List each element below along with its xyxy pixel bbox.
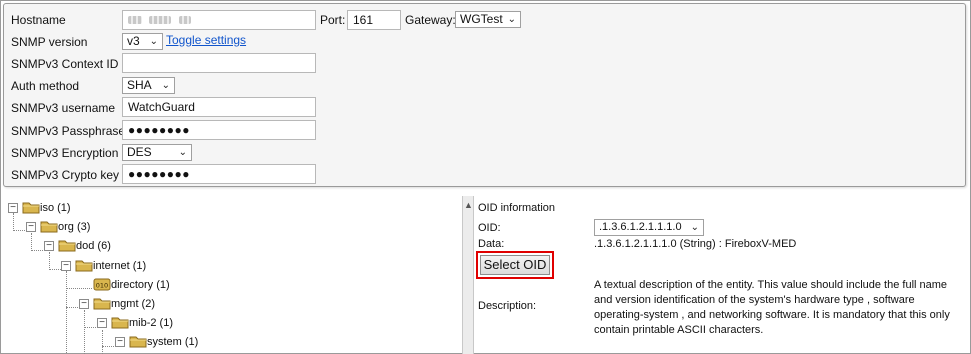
encryption-select[interactable]: DES ⌄	[122, 144, 192, 161]
folder-icon	[93, 298, 111, 310]
description-line: A textual description of the entity. Thi…	[594, 279, 948, 291]
hostname-label: Hostname	[11, 13, 66, 27]
context-id-label: SNMPv3 Context ID	[11, 57, 119, 71]
collapse-icon[interactable]: −	[79, 299, 89, 309]
snmp-version-value: v3	[127, 34, 140, 48]
encryption-value: DES	[127, 145, 152, 159]
redacted-hostname	[149, 16, 172, 24]
collapse-icon[interactable]: −	[44, 241, 54, 251]
folder-icon	[58, 240, 76, 252]
hostname-input[interactable]	[122, 10, 316, 30]
auth-method-value: SHA	[127, 78, 152, 92]
oid-label: OID:	[478, 222, 501, 234]
data-label: Data:	[478, 238, 505, 250]
pane-scrollbar[interactable]: ▲	[462, 196, 474, 354]
oid-select-value: .1.3.6.1.2.1.1.1.0	[599, 221, 682, 233]
encryption-label: SNMPv3 Encryption	[11, 146, 119, 160]
snmp-settings-panel: Hostname Port: 161 Gateway: WGTest ⌄ SNM…	[3, 3, 966, 187]
port-label: Port:	[320, 13, 346, 27]
toggle-settings-link[interactable]: Toggle settings	[166, 33, 246, 47]
svg-text:010: 010	[96, 282, 108, 290]
folder-icon	[40, 221, 58, 233]
tree-node-label: internet (1)	[93, 260, 147, 272]
data-value: .1.3.6.1.2.1.1.1.0 (String) : FireboxV-M…	[594, 238, 797, 250]
collapse-icon[interactable]: −	[97, 318, 107, 328]
description-line: operating-system , and networking softwa…	[594, 309, 950, 321]
passphrase-input[interactable]: ●●●●●●●●	[122, 120, 316, 140]
select-oid-highlight: Select OID	[476, 251, 554, 279]
port-input[interactable]: 161	[347, 10, 401, 30]
chevron-down-icon: ⌄	[507, 14, 516, 25]
chevron-down-icon: ⌄	[149, 36, 158, 47]
snmp-version-select[interactable]: v3 ⌄	[122, 33, 163, 50]
folder-icon	[75, 260, 93, 272]
context-id-input[interactable]	[122, 53, 316, 73]
oid-leaf-icon: 010	[93, 278, 111, 291]
select-oid-button[interactable]: Select OID	[480, 255, 550, 275]
crypto-key-label: SNMPv3 Crypto key	[11, 168, 120, 182]
username-label: SNMPv3 username	[11, 101, 116, 115]
auth-method-label: Auth method	[11, 79, 80, 93]
chevron-down-icon: ⌄	[161, 80, 170, 91]
collapse-icon[interactable]: −	[26, 222, 36, 232]
tree-node-label: system (1)	[147, 336, 199, 348]
description-line: contain printable ASCII characters.	[594, 324, 764, 336]
gateway-label: Gateway:	[405, 13, 456, 27]
chevron-down-icon: ⌄	[178, 147, 187, 158]
collapse-icon[interactable]: −	[8, 203, 18, 213]
gateway-select[interactable]: WGTest ⌄	[455, 11, 521, 28]
snmp-version-label: SNMP version	[11, 35, 88, 49]
tree-node-label: org (3)	[58, 221, 91, 233]
scroll-up-arrow-icon[interactable]: ▲	[464, 200, 473, 210]
tree-node-label: iso (1)	[40, 202, 71, 214]
folder-icon	[129, 336, 147, 348]
username-input[interactable]: WatchGuard	[122, 97, 316, 117]
oid-info-panel: OID information OID: .1.3.6.1.2.1.1.1.0 …	[476, 196, 966, 354]
crypto-key-input[interactable]: ●●●●●●●●	[122, 164, 316, 184]
gateway-select-value: WGTest	[460, 12, 503, 26]
auth-method-select[interactable]: SHA ⌄	[122, 77, 175, 94]
collapse-icon[interactable]: −	[61, 261, 71, 271]
folder-icon	[111, 317, 129, 329]
tree-node-label: mib-2 (1)	[129, 317, 174, 329]
tree-node-label: directory (1)	[111, 279, 170, 291]
tree-node-label: mgmt (2)	[111, 298, 155, 310]
oid-info-heading: OID information	[478, 202, 556, 214]
passphrase-label: SNMPv3 Passphrase	[11, 124, 126, 138]
chevron-down-icon: ⌄	[690, 222, 699, 233]
description-line: and version identification of the system…	[594, 294, 915, 306]
redacted-hostname	[128, 16, 142, 24]
redacted-hostname	[178, 16, 191, 24]
folder-icon	[22, 202, 40, 214]
description-text: A textual description of the entity. Thi…	[594, 278, 954, 338]
description-label: Description:	[478, 300, 537, 312]
mib-tree: − iso (1) − org (3) − dod (6) − internet…	[3, 196, 463, 354]
collapse-icon[interactable]: −	[115, 337, 125, 347]
tree-node-label: dod (6)	[76, 240, 111, 252]
oid-select[interactable]: .1.3.6.1.2.1.1.1.0 ⌄	[594, 219, 704, 236]
